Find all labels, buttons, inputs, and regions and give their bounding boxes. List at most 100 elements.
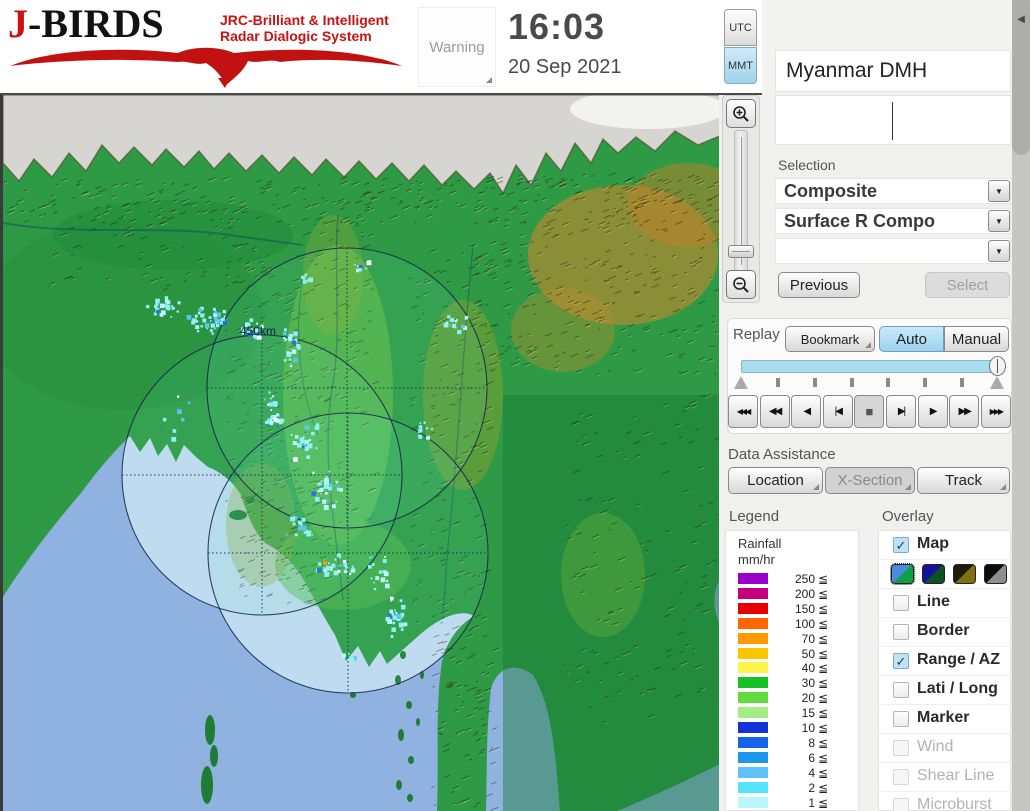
map-scheme-swatch-4[interactable]: [984, 564, 1007, 584]
corner-triangle-icon: [486, 77, 492, 83]
replay-slider-handle[interactable]: [989, 356, 1006, 376]
overlay-item-label: Wind: [917, 738, 954, 755]
legend-value: 1: [808, 795, 815, 810]
legend-row: 4 ≦: [726, 765, 858, 780]
map-scheme-swatch-1[interactable]: [890, 563, 915, 585]
play-backward-button[interactable]: ◀: [791, 395, 822, 428]
legend-operator: ≦: [818, 601, 829, 616]
map-scheme-swatch-3[interactable]: [953, 564, 976, 584]
legend-value: 6: [808, 750, 815, 765]
overlay-row: ✓ Map: [879, 531, 1010, 560]
overlay-item-label: Microburst: [917, 796, 992, 811]
legend-row: 40 ≦: [726, 660, 858, 675]
location-button[interactable]: Location: [728, 467, 823, 494]
stop-button[interactable]: ■: [854, 395, 885, 428]
legend-color-swatch: [738, 766, 768, 778]
overlay-row: Wind: [879, 734, 1010, 763]
replay-label: Replay: [733, 326, 780, 343]
overlay-row: Border: [879, 618, 1010, 647]
zoom-out-button[interactable]: [726, 270, 756, 299]
border-checkbox[interactable]: [893, 624, 909, 640]
slider-tick: [849, 378, 854, 387]
legend-row: 1 ≦: [726, 795, 858, 810]
zoom-slider-handle[interactable]: [728, 245, 754, 258]
legend-unit-line1: Rainfall: [738, 536, 782, 551]
legend-value: 4: [808, 765, 815, 780]
overlay-row: Lati / Long: [879, 676, 1010, 705]
station-name: Myanmar DMH: [775, 50, 1011, 92]
data-assistance-label: Data Assistance: [728, 446, 836, 463]
selection-field-3-dropdown[interactable]: ▼: [988, 240, 1010, 262]
overlay-row: Microburst: [879, 792, 1010, 811]
legend-color-swatch: [738, 781, 768, 793]
legend-row: 6 ≦: [726, 750, 858, 765]
track-button[interactable]: Track: [917, 467, 1010, 494]
corner-triangle-icon: [905, 484, 911, 490]
legend-operator: ≦: [818, 735, 829, 750]
mmt-button[interactable]: MMT: [724, 47, 757, 84]
legend-unit-line2: mm/hr: [738, 552, 775, 567]
x-section-button[interactable]: X-Section: [825, 467, 915, 494]
corner-triangle-icon: [813, 484, 819, 490]
zoom-in-icon: [733, 105, 749, 122]
line-checkbox[interactable]: [893, 595, 909, 611]
selection-field-1[interactable]: Composite: [775, 178, 1011, 204]
selection-label: Selection: [778, 157, 836, 173]
legend-color-swatch: [738, 617, 768, 629]
play-button[interactable]: ▶: [917, 395, 948, 428]
radar-map-viewport[interactable]: 450km: [0, 95, 719, 811]
selection-field-2[interactable]: Surface R Compo: [775, 208, 1011, 234]
lati-long-checkbox[interactable]: [893, 682, 909, 698]
rewind-button[interactable]: ◀◀: [759, 395, 790, 428]
replay-slider-track[interactable]: [741, 360, 999, 373]
legend-row: 8 ≦: [726, 735, 858, 750]
map-checkbox[interactable]: ✓: [893, 537, 909, 553]
selection-field-3[interactable]: [775, 238, 1011, 264]
range-az-checkbox[interactable]: ✓: [893, 653, 909, 669]
legend-operator: ≦: [818, 661, 829, 676]
button-label: X-Section: [837, 472, 903, 489]
overlay-item-label: Shear Line: [917, 767, 995, 784]
legend-color-swatch: [738, 692, 768, 704]
legend-color-swatch: [738, 587, 768, 599]
slider-start-marker[interactable]: [734, 376, 748, 389]
legend-operator: ≦: [818, 765, 829, 780]
legend-operator: ≦: [818, 795, 829, 810]
legend-value: 8: [808, 735, 815, 750]
utc-button[interactable]: UTC: [724, 9, 757, 46]
range-ring-label: 450km: [240, 324, 276, 338]
logo-subtitle: JRC-Brilliant & Intelligent Radar Dialog…: [220, 12, 389, 44]
slider-end-marker[interactable]: [990, 376, 1004, 389]
forward-button[interactable]: ▶▶: [949, 395, 980, 428]
bookmark-button[interactable]: Bookmark: [785, 326, 875, 352]
legend-color-swatch: [738, 796, 768, 808]
legend-row: 150 ≦: [726, 601, 858, 616]
corner-triangle-icon: [865, 342, 871, 348]
marker-checkbox[interactable]: [893, 711, 909, 727]
select-button[interactable]: Select: [925, 272, 1010, 298]
manual-mode-button[interactable]: Manual: [944, 326, 1009, 352]
auto-mode-button[interactable]: Auto: [879, 326, 944, 352]
warning-button[interactable]: Warning: [418, 7, 496, 87]
eagle-icon: [10, 47, 402, 88]
previous-button[interactable]: Previous: [778, 272, 860, 298]
overlay-row: Marker: [879, 705, 1010, 734]
status-divider: [892, 102, 893, 140]
step-back-button[interactable]: |◀: [822, 395, 853, 428]
legend-row: 250 ≦: [726, 571, 858, 586]
legend-value: 20: [801, 691, 815, 706]
map-scheme-swatch-2[interactable]: [922, 564, 945, 584]
warning-label: Warning: [429, 38, 485, 56]
legend-row: 10 ≦: [726, 720, 858, 735]
rewind-fast-button[interactable]: ◀◀◀: [728, 395, 758, 428]
legend-operator: ≦: [818, 646, 829, 661]
zoom-in-button[interactable]: [726, 99, 756, 128]
collapse-arrow-icon: ◀: [1017, 14, 1025, 25]
forward-fast-button[interactable]: ▶▶▶: [980, 395, 1011, 428]
selection-field-1-dropdown[interactable]: ▼: [988, 180, 1010, 202]
selection-field-2-dropdown[interactable]: ▼: [988, 210, 1010, 232]
panel-collapse-tab[interactable]: ◀: [1012, 0, 1030, 155]
overlay-panel: ✓ Map Line Border ✓ Range / AZ Lati / Long Mark…: [878, 530, 1011, 811]
step-forward-button[interactable]: ▶|: [886, 395, 916, 428]
jbirds-logo: J-BIRDS JRC-Brilliant & Intelligent Rada…: [8, 4, 410, 90]
